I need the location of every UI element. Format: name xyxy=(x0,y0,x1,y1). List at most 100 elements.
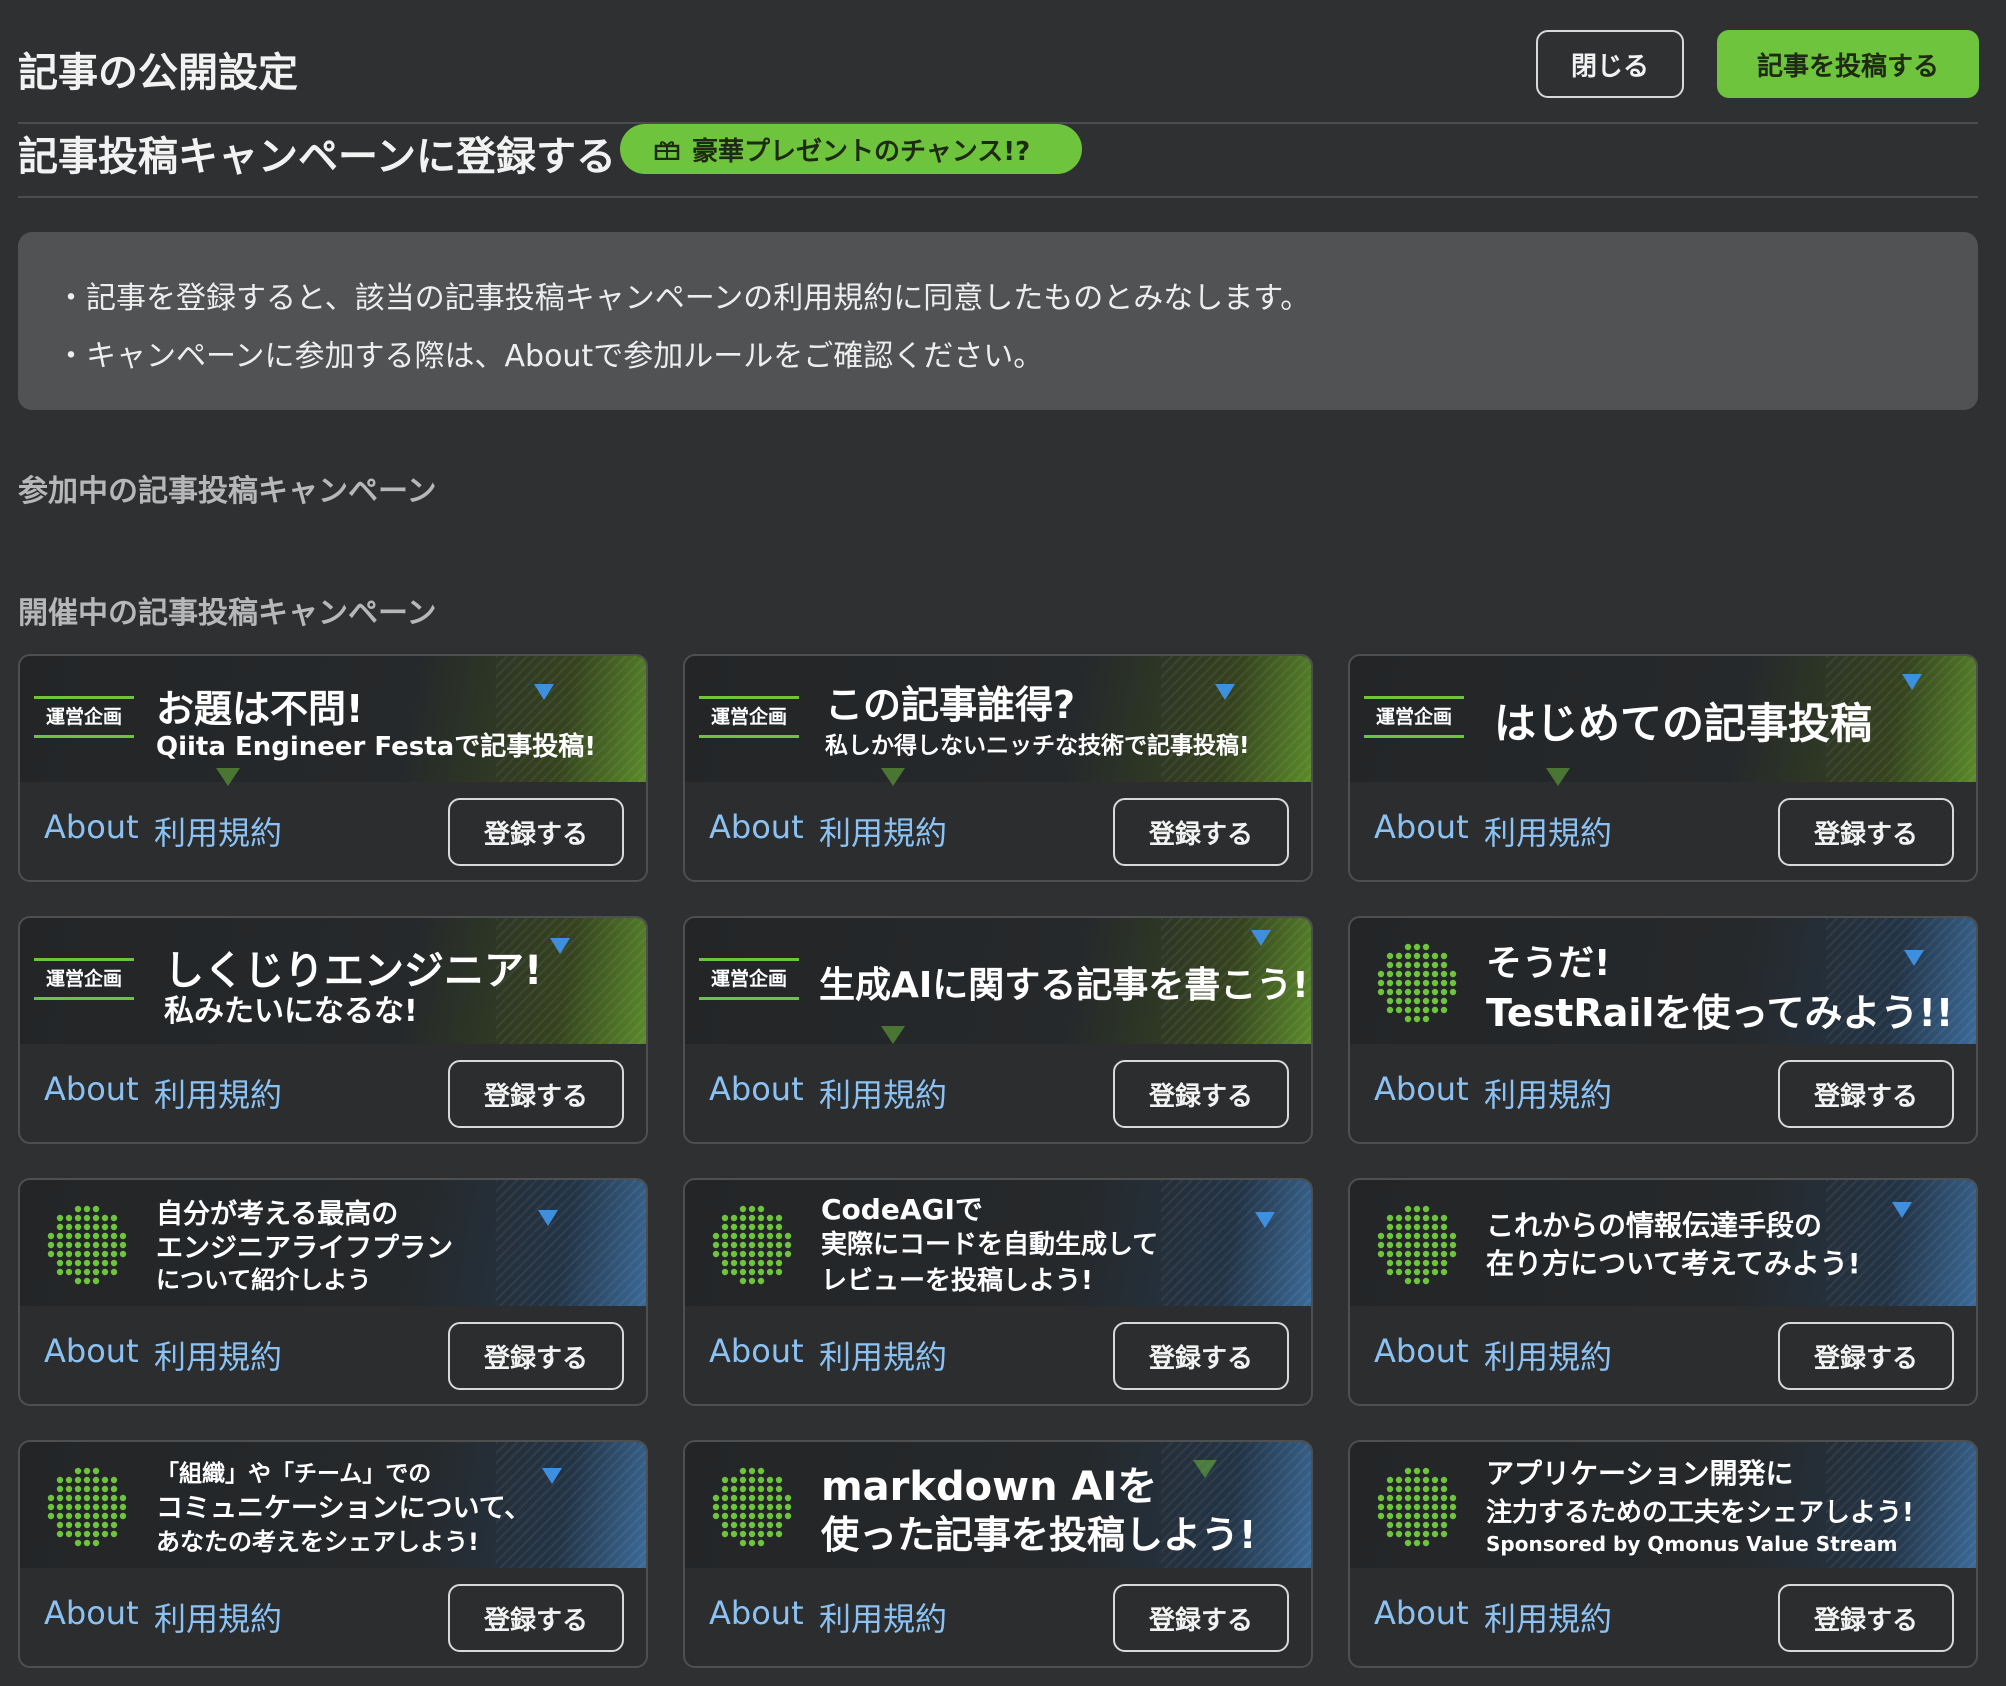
terms-link[interactable]: 利用規約 xyxy=(1484,1332,1612,1378)
triangle-decoration xyxy=(1902,674,1922,690)
header: 記事の公開設定 閉じる 記事を投稿する xyxy=(18,28,1979,100)
about-link[interactable]: About xyxy=(709,1332,804,1370)
terms-link[interactable]: 利用規約 xyxy=(819,1070,947,1116)
register-button[interactable]: 登録する xyxy=(448,798,624,866)
terms-link[interactable]: 利用規約 xyxy=(819,808,947,854)
register-button[interactable]: 登録する xyxy=(448,1060,624,1128)
register-button[interactable]: 登録する xyxy=(1113,1584,1289,1652)
terms-link[interactable]: 利用規約 xyxy=(819,1332,947,1378)
banner-line: 注力するための工夫をシェアしよう! xyxy=(1486,1498,1914,1528)
notice-box: ・記事を登録すると、該当の記事投稿キャンペーンの利用規約に同意したものとみなしま… xyxy=(18,232,1978,410)
gift-icon xyxy=(654,141,680,160)
triangle-decoration xyxy=(538,1210,558,1226)
triangle-decoration xyxy=(1251,930,1271,946)
banner-line: 使った記事を投稿しよう! xyxy=(821,1513,1257,1557)
campaign-heading: 記事投稿キャンペーンに登録する xyxy=(18,134,616,180)
about-link[interactable]: About xyxy=(44,808,139,846)
terms-link[interactable]: 利用規約 xyxy=(154,1332,282,1378)
about-link[interactable]: About xyxy=(1374,1332,1469,1370)
banner-title: お題は不問! xyxy=(156,687,364,731)
triangle-decoration xyxy=(1255,1212,1275,1228)
register-button[interactable]: 登録する xyxy=(1778,798,1954,866)
official-tag: 運営企画 xyxy=(34,696,134,738)
register-button[interactable]: 登録する xyxy=(1778,1584,1954,1652)
terms-link[interactable]: 利用規約 xyxy=(1484,1070,1612,1116)
register-button[interactable]: 登録する xyxy=(1113,1060,1289,1128)
banner-sponsor: Sponsored by Qmonus Value Stream xyxy=(1486,1532,1898,1556)
banner-line: 実際にコードを自動生成して xyxy=(821,1230,1159,1260)
triangle-decoration xyxy=(881,1026,905,1044)
campaign-banner: 運営企画 この記事誰得? 私しか得しないニッチな技術で記事投稿! xyxy=(685,656,1311,786)
triangle-decoration xyxy=(1546,768,1570,786)
terms-link[interactable]: 利用規約 xyxy=(1484,808,1612,854)
banner-line: CodeAGIで xyxy=(821,1193,983,1226)
banner-line: 「組織」や「チーム」での xyxy=(156,1461,432,1487)
register-button[interactable]: 登録する xyxy=(448,1322,624,1390)
post-article-button[interactable]: 記事を投稿する xyxy=(1717,30,1979,98)
campaign-banner: そうだ! TestRailを使ってみよう!! xyxy=(1350,918,1976,1044)
register-button[interactable]: 登録する xyxy=(1113,798,1289,866)
official-tag: 運営企画 xyxy=(1364,696,1464,738)
campaign-card: 運営企画 生成AIに関する記事を書こう! About 利用規約 登録する xyxy=(683,916,1313,1144)
official-tag: 運営企画 xyxy=(699,958,799,1000)
terms-link[interactable]: 利用規約 xyxy=(154,1070,282,1116)
banner-line: アプリケーション開発に xyxy=(1486,1457,1794,1490)
about-link[interactable]: About xyxy=(44,1070,139,1108)
campaign-card: 自分が考える最高の エンジニアライフプラン について紹介しよう About 利用… xyxy=(18,1178,648,1406)
campaign-card: これからの情報伝達手段の 在り方について考えてみよう! About 利用規約 登… xyxy=(1348,1178,1978,1406)
campaign-banner: CodeAGIで 実際にコードを自動生成して レビューを投稿しよう! xyxy=(685,1180,1311,1306)
campaign-banner: 運営企画 しくじりエンジニア! 私みたいになるな! xyxy=(20,918,646,1044)
banner-subtitle: 私しか得しないニッチな技術で記事投稿! xyxy=(825,733,1250,759)
register-button[interactable]: 登録する xyxy=(1778,1322,1954,1390)
triangle-decoration xyxy=(534,684,554,700)
about-link[interactable]: About xyxy=(1374,1594,1469,1632)
about-link[interactable]: About xyxy=(44,1332,139,1370)
register-button[interactable]: 登録する xyxy=(1113,1322,1289,1390)
promo-badge: 豪華プレゼントのチャンス!? xyxy=(620,124,1082,174)
banner-line: について紹介しよう xyxy=(156,1266,372,1294)
terms-link[interactable]: 利用規約 xyxy=(819,1594,947,1640)
triangle-decoration xyxy=(1193,1460,1217,1478)
register-button[interactable]: 登録する xyxy=(448,1584,624,1652)
campaign-banner: 運営企画 生成AIに関する記事を書こう! xyxy=(685,918,1311,1044)
about-link[interactable]: About xyxy=(709,808,804,846)
banner-title: 生成AIに関する記事を書こう! xyxy=(819,965,1309,1006)
campaign-card: 運営企画 はじめての記事投稿 About 利用規約 登録する xyxy=(1348,654,1978,882)
banner-subtitle: Qiita Engineer Festaで記事投稿! xyxy=(156,732,597,762)
banner-line: これからの情報伝達手段の xyxy=(1486,1209,1823,1242)
triangle-decoration xyxy=(1892,1202,1912,1218)
official-tag: 運営企画 xyxy=(699,696,799,738)
banner-line: あなたの考えをシェアしよう! xyxy=(156,1528,479,1556)
campaign-banner: 運営企画 はじめての記事投稿 xyxy=(1350,656,1976,786)
dot-logo-icon xyxy=(1377,943,1457,1023)
campaign-card: 運営企画 お題は不問! Qiita Engineer Festaで記事投稿! A… xyxy=(18,654,648,882)
campaign-banner: これからの情報伝達手段の 在り方について考えてみよう! xyxy=(1350,1180,1976,1306)
banner-title: そうだ! xyxy=(1486,943,1611,984)
open-campaigns-title: 開催中の記事投稿キャンペーン xyxy=(18,596,437,631)
campaign-card: そうだ! TestRailを使ってみよう!! About 利用規約 登録する xyxy=(1348,916,1978,1144)
register-button[interactable]: 登録する xyxy=(1778,1060,1954,1128)
banner-title: TestRailを使ってみよう!! xyxy=(1486,991,1954,1035)
official-tag: 運営企画 xyxy=(34,958,134,1000)
campaign-banner: 自分が考える最高の エンジニアライフプラン について紹介しよう xyxy=(20,1180,646,1306)
about-link[interactable]: About xyxy=(1374,808,1469,846)
about-link[interactable]: About xyxy=(1374,1070,1469,1108)
terms-link[interactable]: 利用規約 xyxy=(154,1594,282,1640)
triangle-decoration xyxy=(1904,950,1924,966)
about-link[interactable]: About xyxy=(709,1070,804,1108)
about-link[interactable]: About xyxy=(44,1594,139,1632)
terms-link[interactable]: 利用規約 xyxy=(154,808,282,854)
notice-line: ・記事を登録すると、該当の記事投稿キャンペーンの利用規約に同意したものとみなしま… xyxy=(56,281,1311,316)
notice-line: ・キャンペーンに参加する際は、Aboutで参加ルールをご確認ください。 xyxy=(56,339,1044,374)
divider xyxy=(18,196,1978,198)
campaign-banner: 「組織」や「チーム」での コミュニケーションについて、 あなたの考えをシェアしよ… xyxy=(20,1442,646,1568)
about-link[interactable]: About xyxy=(709,1594,804,1632)
triangle-decoration xyxy=(1215,684,1235,700)
campaign-card: CodeAGIで 実際にコードを自動生成して レビューを投稿しよう! About… xyxy=(683,1178,1313,1406)
page-title: 記事の公開設定 xyxy=(18,50,298,96)
terms-link[interactable]: 利用規約 xyxy=(1484,1594,1612,1640)
close-button[interactable]: 閉じる xyxy=(1536,30,1684,98)
campaign-card: 運営企画 しくじりエンジニア! 私みたいになるな! About 利用規約 登録す… xyxy=(18,916,648,1144)
triangle-decoration xyxy=(881,768,905,786)
banner-line: 在り方について考えてみよう! xyxy=(1486,1247,1861,1280)
